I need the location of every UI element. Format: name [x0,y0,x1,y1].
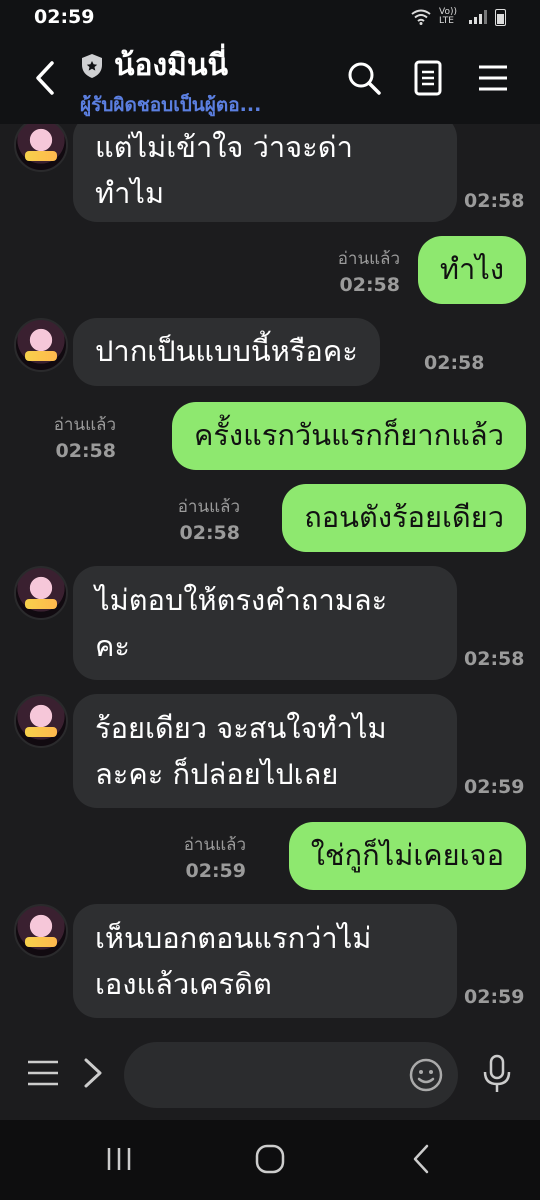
status-time: 02:59 [34,6,95,28]
read-receipt: อ่านแล้ว [183,835,246,855]
message-bubble-outgoing[interactable]: ทำไง [417,236,526,304]
message-time: 02:58 [464,648,525,670]
back-arrow-icon[interactable] [30,58,60,98]
message-time: 02:58 [179,522,240,544]
message-time: 02:58 [464,190,525,212]
message-meta: 02:59 [464,984,524,1010]
read-receipt: อ่านแล้ว [177,497,240,517]
menu-icon[interactable] [473,58,513,98]
notes-icon[interactable] [408,58,448,98]
shield-star-icon [82,53,102,78]
message-bubble-incoming[interactable]: แต่ไม่เข้าใจ ว่าจะด่า ทำไม [73,124,457,222]
wifi-icon [411,9,431,25]
message-meta: 02:58 [424,350,484,376]
chat-message-list[interactable]: แต่ไม่เข้าใจ ว่าจะด่า ทำไม 02:58 อ่านแล้… [0,124,540,1028]
message-bubble-incoming[interactable]: เห็นบอกตอนแรกว่าไม่ เองแล้วเครดิต [73,904,457,1018]
message-meta: อ่านแล้ว 02:58 [178,494,240,546]
message-input-bar [0,1028,540,1120]
message-time: 02:58 [424,352,485,374]
contact-avatar[interactable] [14,904,68,958]
signal-icon [469,10,487,24]
microphone-icon[interactable] [480,1054,514,1094]
emoji-icon[interactable] [408,1057,444,1093]
menu-lines-icon[interactable] [26,1056,60,1090]
status-bar: 02:59 Vo)) LTE [0,0,540,34]
message-bubble-outgoing[interactable]: ถอนตังร้อยเดียว [282,484,526,552]
message-input[interactable] [124,1042,458,1108]
message-meta: 02:58 [464,188,524,214]
contact-avatar[interactable] [14,124,68,172]
search-icon[interactable] [344,58,384,98]
home-icon[interactable] [254,1142,286,1176]
status-icons: Vo)) LTE [411,8,506,26]
message-meta: 02:59 [464,774,524,800]
battery-icon [495,8,506,26]
message-meta: อ่านแล้ว 02:58 [338,246,400,298]
chevron-right-icon[interactable] [80,1056,106,1090]
contact-avatar[interactable] [14,318,68,372]
message-bubble-outgoing[interactable]: ใช่กูก็ไม่เคยเจอ [288,822,526,890]
contact-avatar[interactable] [14,566,68,620]
message-bubble-incoming[interactable]: ปากเป็นแบบนี้หรือคะ [73,318,380,386]
message-meta: อ่านแล้ว 02:58 [54,412,116,464]
message-time: 02:59 [185,860,246,882]
chat-subtitle[interactable]: ผู้รับผิดชอบเป็นผู้ตอ... [80,90,261,120]
message-bubble-outgoing[interactable]: ครั้งแรกวันแรกก็ยากแล้ว [171,402,526,470]
system-navigation-bar [0,1120,540,1200]
message-meta: 02:58 [464,646,524,672]
recent-apps-icon[interactable] [104,1142,134,1176]
message-meta: อ่านแล้ว 02:59 [184,832,246,884]
message-time: 02:58 [339,274,400,296]
message-time: 02:59 [464,776,525,798]
read-receipt: อ่านแล้ว [337,249,400,269]
message-time: 02:58 [55,440,116,462]
chat-header: น้องมินนี่ ผู้รับผิดชอบเป็นผู้ตอ... [0,34,540,124]
back-nav-icon[interactable] [408,1142,434,1176]
chat-title: น้องมินนี่ [114,48,228,83]
message-bubble-incoming[interactable]: ไม่ตอบให้ตรงคำถามละ คะ [73,566,457,680]
read-receipt: อ่านแล้ว [53,415,116,435]
contact-avatar[interactable] [14,694,68,748]
message-time: 02:59 [464,986,525,1008]
chat-title-row[interactable]: น้องมินนี่ [80,42,228,89]
network-label: Vo)) LTE [439,7,457,26]
message-bubble-incoming[interactable]: ร้อยเดียว จะสนใจทำไม ละคะ ก็ปล่อยไปเลย [73,694,457,808]
